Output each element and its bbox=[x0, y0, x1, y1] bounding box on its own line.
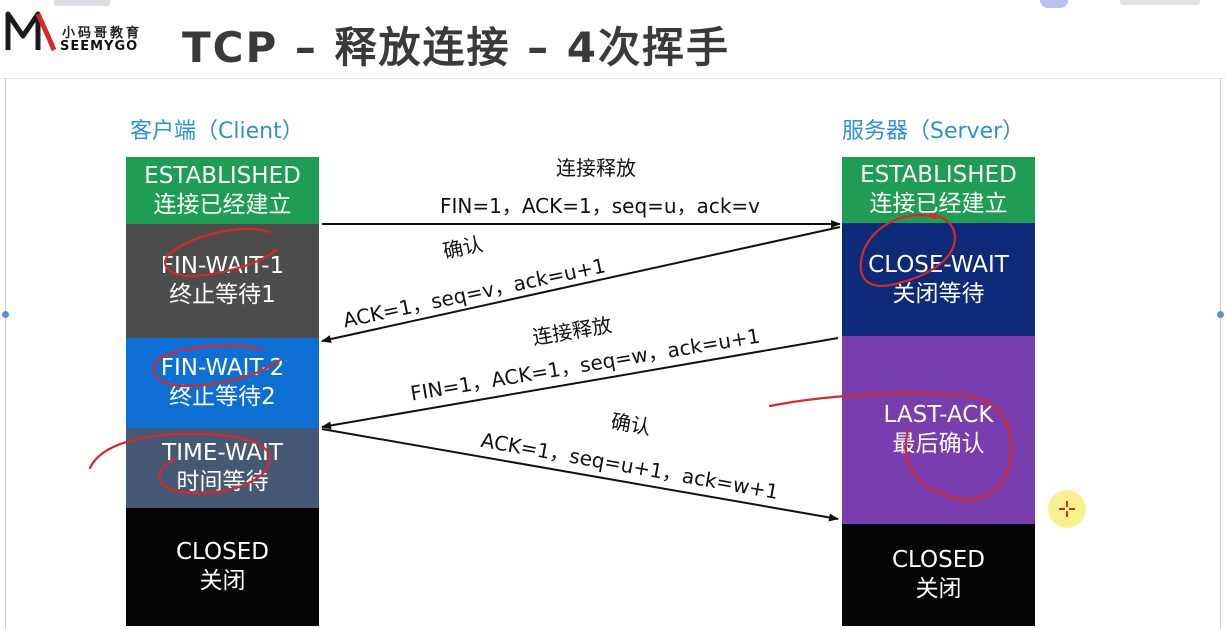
state-name-cn: 时间等待 bbox=[176, 469, 269, 495]
logo-text-en: SEEMYGO bbox=[60, 39, 139, 54]
client-state-fin-wait-1: FIN-WAIT-1 终止等待1 bbox=[126, 224, 319, 338]
state-name-cn: 关闭等待 bbox=[892, 280, 985, 307]
state-name-cn: 关闭 bbox=[915, 576, 962, 602]
state-name-cn: 终止等待1 bbox=[169, 282, 276, 308]
adjacent-slide-edge bbox=[1040, 0, 1068, 8]
server-state-close-wait: CLOSE-WAIT 关闭等待 bbox=[842, 223, 1035, 336]
message-4-title: 确认 bbox=[609, 408, 653, 440]
logo-mark-icon bbox=[5, 11, 57, 51]
server-label: 服务器（Server） bbox=[842, 119, 1025, 144]
state-name: FIN-WAIT-1 bbox=[160, 253, 285, 279]
server-state-last-ack: LAST-ACK 最后确认 bbox=[842, 336, 1035, 524]
state-name: FIN-WAIT-2 bbox=[160, 355, 285, 381]
state-name-cn: 连接已经建立 bbox=[869, 191, 1008, 217]
message-1-detail: FIN=1，ACK=1，seq=u，ack=v bbox=[440, 194, 761, 218]
state-name: CLOSED bbox=[892, 547, 985, 573]
client-state-time-wait: TIME-WAIT 时间等待 bbox=[126, 428, 319, 508]
state-name: LAST-ACK bbox=[883, 402, 994, 428]
message-1-title: 连接释放 bbox=[556, 156, 636, 180]
resize-handle-right[interactable] bbox=[1217, 311, 1224, 318]
state-name: ESTABLISHED bbox=[860, 162, 1017, 188]
state-name: CLOSED bbox=[176, 539, 269, 565]
state-name-cn: 最后确认 bbox=[892, 431, 985, 457]
server-state-closed: CLOSED 关闭 bbox=[842, 524, 1035, 626]
state-name-cn: 关闭 bbox=[199, 568, 246, 594]
logo: 小码哥教育 SEEMYGO bbox=[4, 6, 174, 58]
client-label: 客户端（Client） bbox=[130, 119, 304, 144]
state-name-cn: 终止等待2 bbox=[169, 384, 276, 410]
server-state-established: ESTABLISHED 连接已经建立 bbox=[842, 157, 1035, 223]
slide-title: TCP – 释放连接 – 4次挥手 bbox=[182, 23, 730, 72]
client-state-fin-wait-2: FIN-WAIT-2 终止等待2 bbox=[126, 338, 319, 428]
message-3-title: 连接释放 bbox=[530, 312, 614, 350]
state-name: CLOSE-WAIT bbox=[868, 251, 1009, 278]
message-2-title: 确认 bbox=[440, 231, 485, 264]
state-name: TIME-WAIT bbox=[162, 440, 283, 466]
adjacent-slide-edge bbox=[1120, 0, 1200, 5]
resize-handle-left[interactable] bbox=[2, 311, 9, 318]
crosshair-icon bbox=[1059, 501, 1075, 517]
header-bar: 小码哥教育 SEEMYGO TCP – 释放连接 – 4次挥手 bbox=[0, 0, 1225, 79]
frame-edge-left bbox=[5, 78, 6, 629]
state-name: ESTABLISHED bbox=[144, 162, 301, 189]
client-state-established: ESTABLISHED 连接已经建立 bbox=[126, 157, 319, 224]
client-state-closed: CLOSED 关闭 bbox=[126, 508, 319, 626]
state-name-cn: 连接已经建立 bbox=[153, 191, 292, 218]
frame-edge-right bbox=[1220, 78, 1221, 629]
